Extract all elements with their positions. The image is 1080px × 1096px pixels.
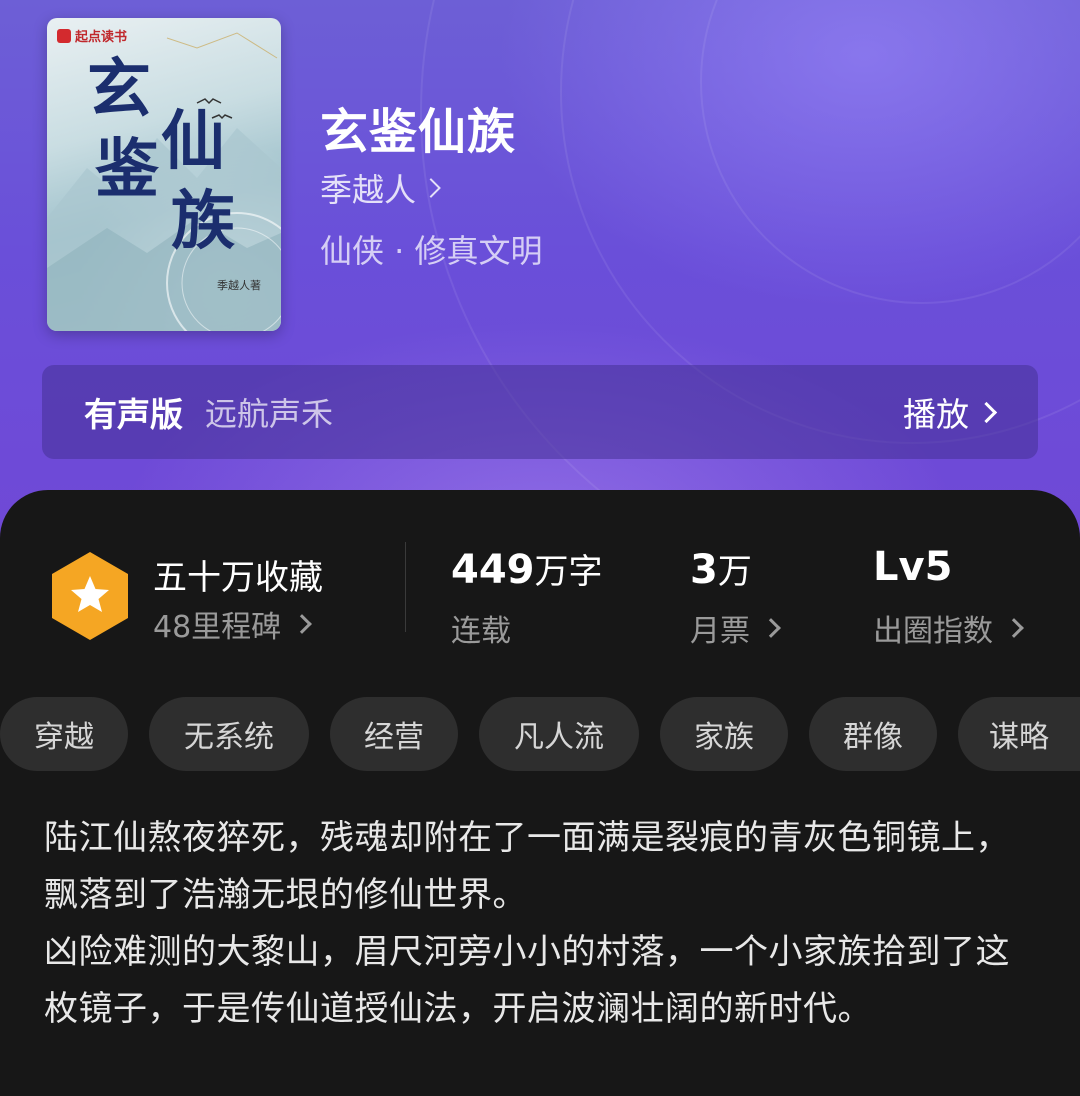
cover-author: 季越人著	[217, 279, 261, 292]
tag-chip[interactable]: 无系统	[149, 697, 309, 771]
monthly-tickets-label: 月票	[690, 614, 750, 649]
tag-chip[interactable]: 群像	[809, 697, 937, 771]
author-link[interactable]: 季越人	[320, 165, 441, 211]
collection-count: 五十万收藏	[153, 558, 323, 598]
audio-label: 有声版	[84, 395, 183, 434]
author-name: 季越人	[320, 171, 417, 209]
cover-title-char: 鉴	[95, 132, 159, 207]
audio-narrator: 远航声禾	[205, 395, 334, 433]
play-button[interactable]: 播放	[903, 388, 998, 436]
milestones-label: 48里程碑	[153, 610, 282, 645]
tag-list: 穿越 无系统 经营 凡人流 家族 群像 谋略	[0, 697, 1080, 771]
serial-status: 连载	[451, 606, 511, 650]
word-count: 449万字	[451, 544, 603, 593]
book-description[interactable]: 陆江仙熬夜猝死，残魂却附在了一面满是裂痕的青灰色铜镜上，飘落到了浩瀚无垠的修仙世…	[44, 810, 1044, 1038]
tag-chip[interactable]: 凡人流	[479, 697, 639, 771]
chevron-right-icon	[761, 618, 781, 638]
level-value: Lv5	[873, 544, 953, 590]
cover-title-art: 玄 鉴 仙 族	[87, 58, 277, 278]
tag-chip[interactable]: 经营	[330, 697, 458, 771]
chevron-right-icon	[292, 614, 313, 634]
status-label: 连载	[451, 614, 511, 649]
cover-brand-text: 起点读书	[75, 30, 128, 45]
description-paragraph: 凶险难测的大黎山，眉尺河旁小小的村落，一个小家族拾到了这枚镜子，于是传仙道授仙法…	[44, 932, 1010, 1029]
level-label: 出圈指数	[873, 614, 993, 649]
app-logo-icon	[57, 28, 71, 43]
tag-chip[interactable]: 家族	[660, 697, 788, 771]
tag-chip[interactable]: 谋略	[958, 697, 1080, 771]
book-cover[interactable]: 起点读书 玄 鉴 仙 族 季越人著	[47, 18, 281, 331]
description-paragraph: 陆江仙熬夜猝死，残魂却附在了一面满是裂痕的青灰色铜镜上，飘落到了浩瀚无垠的修仙世…	[44, 818, 1010, 915]
stats-divider	[405, 542, 406, 632]
word-count-number: 449	[451, 547, 535, 593]
monthly-tickets: 3万	[690, 544, 752, 593]
word-count-unit: 万字	[534, 552, 603, 592]
chevron-right-icon	[421, 178, 441, 198]
star-hexagon-icon	[52, 552, 128, 640]
monthly-tickets-unit: 万	[717, 552, 752, 592]
book-genre: 仙侠 · 修真文明	[320, 232, 543, 270]
cover-brand: 起点读书	[57, 26, 127, 45]
play-label: 播放	[903, 395, 969, 434]
book-title: 玄鉴仙族	[320, 104, 517, 160]
cover-title-char: 族	[171, 184, 235, 259]
milestones-link[interactable]: 48里程碑	[153, 602, 313, 646]
chevron-right-icon	[1004, 618, 1024, 638]
popularity-index-link[interactable]: 出圈指数	[873, 606, 1024, 650]
chevron-right-icon	[975, 401, 998, 423]
popularity-level: Lv5	[873, 544, 952, 590]
audio-version-bar[interactable]: 有声版 远航声禾 播放	[42, 365, 1038, 459]
monthly-tickets-number: 3	[690, 547, 718, 593]
cover-title-char: 玄	[87, 52, 151, 127]
tag-chip[interactable]: 穿越	[0, 697, 128, 771]
monthly-tickets-link[interactable]: 月票	[690, 606, 781, 650]
cover-title-char: 仙	[161, 104, 225, 179]
